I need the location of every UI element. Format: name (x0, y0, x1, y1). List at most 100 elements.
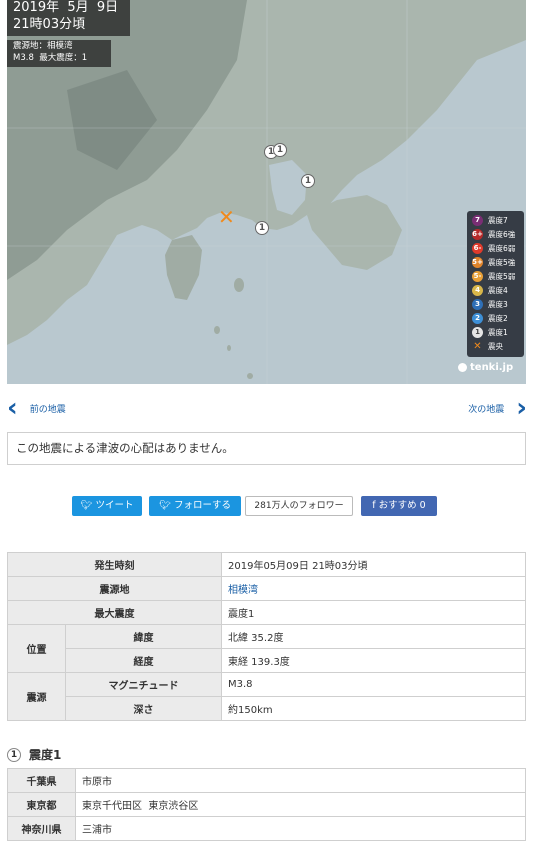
twitter-icon: 🐦︎ (80, 500, 93, 511)
table-row: 最大震度 震度1 (7, 600, 526, 625)
table-row: 神奈川県 三浦市 (7, 816, 526, 841)
intensity-marker: 1 (301, 174, 315, 188)
facebook-recommend-button[interactable]: f おすすめ 0 (361, 496, 437, 516)
legend-label: 震度5強 (488, 258, 516, 267)
intensity-marker: 1 (255, 221, 269, 235)
table-row: 経度 東経 139.3度 (8, 648, 526, 673)
prefecture-label: 東京都 (7, 792, 76, 817)
prefecture-label: 神奈川県 (7, 816, 76, 841)
legend-badge-icon: 3 (472, 299, 483, 310)
legend-badge-icon: 5- (472, 271, 483, 282)
max-intensity-value: 震度1 (221, 600, 526, 625)
legend-epicenter-icon: ✕ (473, 341, 482, 352)
time-value: 2019年05月09日 21時03分頃 (221, 552, 526, 577)
follow-label: フォローする (174, 500, 232, 511)
legend-item: 1 震度1 (472, 326, 508, 339)
legend-label: 震度2 (488, 314, 508, 323)
chevron-right-icon: › (516, 393, 527, 423)
legend-badge-icon: 4 (472, 285, 483, 296)
depth-label: 深さ (65, 696, 222, 721)
source-label: 震源 (7, 672, 66, 721)
facebook-icon: f (372, 500, 376, 511)
table-row: 位置 緯度 北緯 35.2度 (7, 624, 526, 673)
legend-label: 震度6弱 (488, 244, 516, 253)
twitter-icon: 🐦︎ (158, 500, 171, 511)
legend-label: 震度4 (488, 286, 508, 295)
intensity-marker: 1 (273, 143, 287, 157)
legend-item: 5- 震度5弱 (472, 270, 515, 283)
follower-count[interactable]: 281万人のフォロワー (245, 496, 353, 516)
recommend-label: おすすめ 0 (378, 500, 426, 511)
chevron-left-icon: ‹ (7, 393, 18, 423)
legend-badge-icon: 6+ (472, 229, 483, 240)
prev-quake-link[interactable]: ‹ 前の地震 (7, 393, 66, 423)
city-list: 東京千代田区 東京渋谷区 (75, 792, 526, 817)
intensity-1-icon: 1 (7, 747, 21, 762)
latitude-label: 緯度 (65, 624, 222, 649)
longitude-label: 経度 (65, 648, 222, 673)
intensity-title: 震度1 (29, 748, 62, 762)
tenki-brand: tenki.jp (470, 362, 514, 373)
map-date: 2019年 5月 9日 (13, 0, 119, 15)
map-timestamp: 2019年 5月 9日 21時03分頃 (7, 0, 130, 36)
legend-label: 震度6強 (488, 230, 516, 239)
legend-label: 震度5弱 (488, 272, 516, 281)
tenki-logo-icon (458, 363, 467, 372)
legend-label: 震央 (488, 342, 503, 351)
max-intensity-label: 最大震度 (7, 600, 222, 625)
legend-badge-icon: 1 (472, 327, 483, 338)
map-info-magnitude: M3.8 最大震度：1 (13, 53, 88, 63)
prev-quake-label: 前の地震 (29, 404, 66, 415)
table-row: 深さ 約150km (8, 696, 526, 721)
legend-item: 6- 震度6弱 (472, 242, 515, 255)
epicenter-icon: ✕ (218, 205, 235, 229)
legend-badge-icon: 7 (472, 215, 483, 226)
table-row: 東京都 東京千代田区 東京渋谷区 (7, 792, 526, 817)
legend-label: 震度3 (488, 300, 508, 309)
prefecture-label: 千葉県 (7, 768, 76, 793)
depth-value: 約150km (221, 696, 526, 721)
magnitude-value: M3.8 (221, 672, 526, 697)
intensity-heading: 1 震度1 (7, 746, 61, 763)
latitude-value: 北緯 35.2度 (221, 624, 526, 649)
longitude-value: 東経 139.3度 (221, 648, 526, 673)
quake-nav: ‹ 前の地震 次の地震 › (0, 393, 535, 423)
table-row: 震源 マグニチュード M3.8 (7, 672, 526, 721)
table-row: 千葉県 市原市 (7, 768, 526, 793)
follow-button[interactable]: 🐦︎ フォローする (149, 496, 241, 516)
legend-item: 3 震度3 (472, 298, 508, 311)
table-row: 発生時刻 2019年05月09日 21時03分頃 (7, 552, 526, 577)
legend-item: 6+ 震度6強 (472, 228, 515, 241)
epicenter-link[interactable]: 相模湾 (221, 576, 526, 601)
legend-item: ✕ 震央 (472, 340, 503, 353)
epicenter-label: 震源地 (7, 576, 222, 601)
legend-item: 2 震度2 (472, 312, 508, 325)
position-label: 位置 (7, 624, 66, 673)
city-list: 三浦市 (75, 816, 526, 841)
city-list: 市原市 (75, 768, 526, 793)
map-time: 21時03分頃 (13, 17, 86, 32)
next-quake-link[interactable]: 次の地震 › (468, 393, 527, 423)
social-buttons: 🐦︎ ツイート 🐦︎ フォローする 281万人のフォロワー f おすすめ 0 (0, 496, 535, 516)
tenki-logo[interactable]: tenki.jp (458, 362, 513, 373)
map-quake-info: 震源地：相模湾 M3.8 最大震度：1 (7, 40, 111, 67)
next-quake-label: 次の地震 (468, 404, 505, 415)
tweet-button[interactable]: 🐦︎ ツイート (72, 496, 142, 516)
intensity-legend: 7 震度7 6+ 震度6強 6- 震度6弱 5+ 震度5強 5- 震度5弱 4 震度4 3震… (467, 211, 524, 357)
legend-badge-icon: 6- (472, 243, 483, 254)
legend-label: 震度1 (488, 328, 508, 337)
legend-label: 震度7 (488, 216, 508, 225)
legend-badge-icon: 2 (472, 313, 483, 324)
intensity-table: 千葉県 市原市 東京都 東京千代田区 東京渋谷区 神奈川県 三浦市 (7, 768, 526, 841)
magnitude-label: マグニチュード (65, 672, 222, 697)
legend-item: 4 震度4 (472, 284, 508, 297)
legend-badge-icon: 5+ (472, 257, 483, 268)
legend-item: 7 震度7 (472, 214, 508, 227)
tsunami-notice: この地震による津波の心配はありません。 (7, 432, 526, 465)
time-label: 発生時刻 (7, 552, 222, 577)
tweet-label: ツイート (95, 500, 134, 511)
map-info-epicenter: 震源地：相模湾 (13, 41, 73, 51)
quake-details-table: 発生時刻 2019年05月09日 21時03分頃 震源地 相模湾 最大震度 震度… (7, 552, 526, 721)
table-row: 震源地 相模湾 (7, 576, 526, 601)
legend-item: 5+ 震度5強 (472, 256, 515, 269)
